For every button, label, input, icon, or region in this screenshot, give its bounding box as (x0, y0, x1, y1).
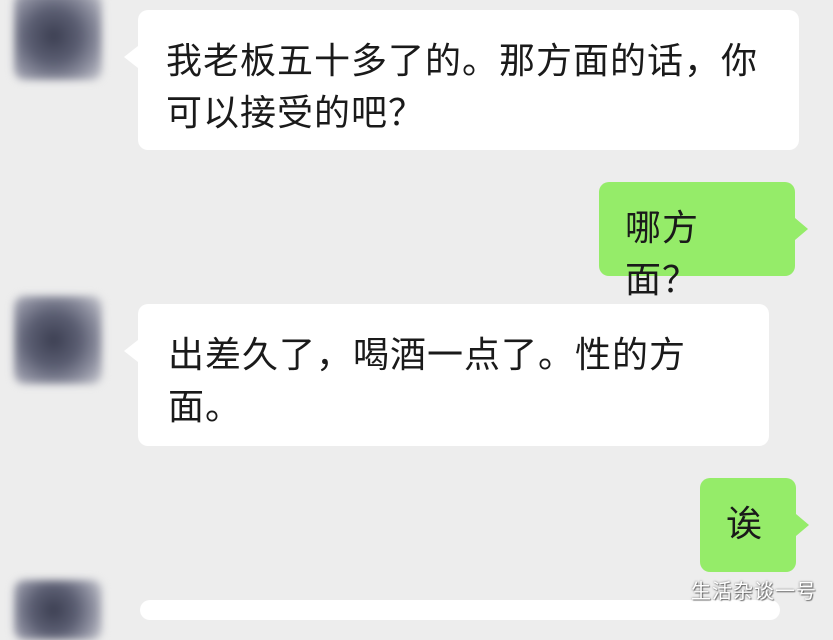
incoming-message-bubble[interactable]: 出差久了，喝酒一点了。性的方面。 (124, 304, 769, 446)
message-text: 哪方面？ (625, 208, 700, 301)
partial-message-bubble[interactable] (140, 600, 780, 620)
bubble-tail (795, 218, 808, 240)
contact-avatar[interactable] (14, 580, 102, 640)
outgoing-message-bubble[interactable]: 哪方面？ (599, 182, 808, 301)
watermark-text: 生活杂谈一号 (691, 579, 817, 603)
message-text: 我老板五十多了的。那方面的话，你可以接受的吧？ (166, 41, 759, 134)
bubble-tail (796, 514, 809, 536)
contact-avatar[interactable] (14, 0, 102, 80)
bubble-tail (124, 46, 138, 68)
message-text: 出差久了，喝酒一点了。性的方面。 (168, 335, 687, 428)
bubble-tail (124, 340, 138, 362)
outgoing-message-bubble[interactable]: 诶 (700, 478, 809, 572)
chat-area: 我老板五十多了的。那方面的话，你可以接受的吧？ 哪方面？ 出差久了，喝酒一点了。… (0, 0, 833, 640)
contact-avatar[interactable] (14, 296, 102, 384)
incoming-message-bubble[interactable]: 我老板五十多了的。那方面的话，你可以接受的吧？ (124, 10, 799, 150)
message-text: 诶 (726, 504, 764, 545)
